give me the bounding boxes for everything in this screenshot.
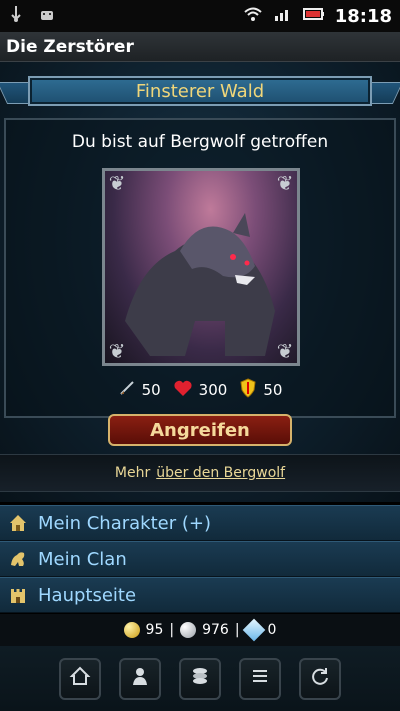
android-icon	[38, 5, 56, 27]
silver-amount: 976	[202, 622, 229, 638]
app-title-bar: Die Zerstörer	[0, 32, 400, 62]
ornament-corner-icon: ❦	[108, 171, 126, 195]
coins-button[interactable]	[179, 657, 221, 700]
diamond-amount: 0	[267, 622, 277, 638]
wifi-icon	[243, 6, 263, 26]
sword-icon	[118, 379, 136, 401]
attack-button[interactable]: Angreifen	[108, 414, 292, 446]
refresh-icon	[309, 665, 331, 692]
gold-coin-icon	[123, 622, 140, 638]
profile-button[interactable]	[119, 657, 161, 700]
encounter-panel: Du bist auf Bergwolf getroffen ❦ ❦ ❦ ❦ 5…	[4, 118, 396, 418]
menu-item-character[interactable]: Mein Charakter (+)	[0, 505, 400, 541]
defense-stat: 50	[239, 378, 282, 402]
enemy-stats: 50 300 50	[6, 378, 394, 402]
list-icon	[249, 665, 271, 692]
attack-stat: 50	[118, 379, 161, 401]
menu-item-label: Mein Clan	[38, 548, 127, 570]
main-menu: Mein Charakter (+) Mein Clan Hauptseite	[0, 505, 400, 613]
ornament-corner-icon: ❦	[276, 171, 294, 195]
location-ribbon: Finsterer Wald	[28, 76, 372, 106]
attack-value: 50	[141, 381, 161, 399]
signal-icon	[273, 6, 293, 26]
gold-amount: 95	[145, 622, 164, 638]
enemy-portrait[interactable]: ❦ ❦ ❦ ❦	[102, 168, 300, 366]
encounter-message: Du bist auf Bergwolf getroffen	[71, 132, 329, 152]
castle-icon	[8, 585, 28, 605]
defense-value: 50	[263, 381, 283, 399]
character-icon	[8, 513, 28, 533]
profile-icon	[129, 665, 151, 692]
currency-bar: 95 | 976 | 0	[0, 614, 400, 646]
ornament-corner-icon: ❦	[276, 339, 294, 363]
more-about-wolf-link[interactable]: über den Bergwolf	[156, 465, 285, 481]
menu-item-clan[interactable]: Mein Clan	[0, 541, 400, 577]
clan-icon	[8, 549, 28, 569]
menu-item-label: Mein Charakter (+)	[38, 512, 211, 534]
home-icon	[69, 665, 91, 692]
diamond-icon	[242, 618, 265, 642]
clock-time: 18:18	[334, 5, 392, 27]
ornament-corner-icon: ❦	[108, 339, 126, 363]
app-title: Die Zerstörer	[6, 36, 134, 57]
usb-icon	[8, 5, 24, 27]
location-banner: Finsterer Wald	[0, 72, 400, 112]
heart-icon	[173, 379, 193, 401]
health-value: 300	[198, 381, 228, 399]
encounter-screen: Finsterer Wald Du bist auf Bergwolf getr…	[0, 62, 400, 502]
menu-item-mainpage[interactable]: Hauptseite	[0, 577, 400, 613]
attack-button-label: Angreifen	[150, 419, 250, 441]
separator: |	[234, 622, 240, 638]
wolf-image	[105, 171, 297, 363]
bottom-toolbar	[0, 646, 400, 711]
more-prefix: Mehr	[114, 465, 151, 481]
battery-icon	[302, 6, 325, 26]
menu-item-label: Hauptseite	[38, 584, 137, 606]
silver-coin-icon	[180, 622, 197, 638]
refresh-button[interactable]	[299, 657, 341, 700]
list-button[interactable]	[239, 657, 281, 700]
home-button[interactable]	[59, 657, 101, 700]
coins-icon	[189, 665, 211, 692]
location-title: Finsterer Wald	[135, 80, 265, 102]
health-stat: 300	[173, 379, 228, 401]
more-info-strip: Mehr über den Bergwolf	[0, 454, 400, 492]
separator: |	[169, 622, 175, 638]
shield-icon	[239, 378, 257, 402]
status-bar: 18:18	[0, 0, 400, 32]
